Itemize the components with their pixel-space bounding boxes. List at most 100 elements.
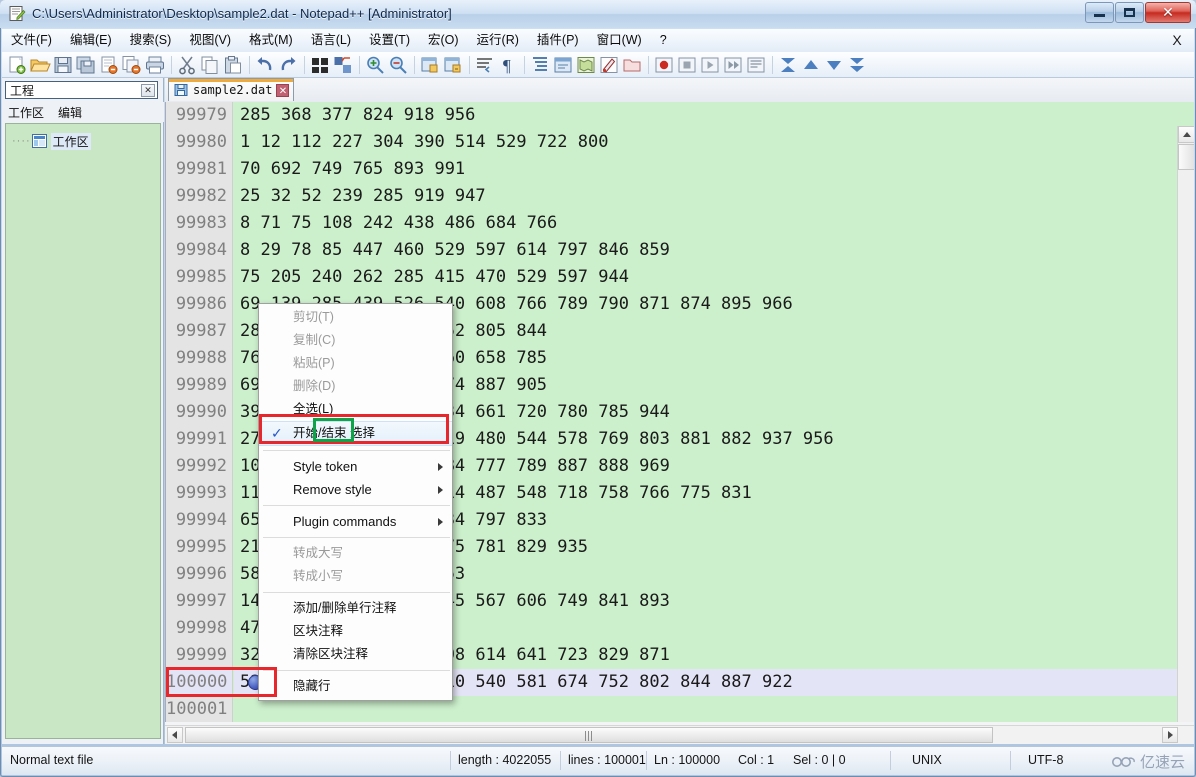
- project-menu-workspace[interactable]: 工作区: [8, 104, 44, 121]
- menu-settings[interactable]: 设置(T): [360, 29, 419, 52]
- editor-context-menu: 剪切(T) 复制(C) 粘贴(P) 删除(D) 全选(L) ✓ 开始/结束 选择…: [258, 303, 453, 701]
- ctx-plugin-commands[interactable]: Plugin commands: [259, 510, 452, 533]
- minimize-button[interactable]: [1085, 2, 1114, 23]
- notepadpp-icon: [9, 5, 26, 22]
- find-icon[interactable]: [309, 54, 331, 76]
- menu-macro[interactable]: 宏(O): [419, 29, 468, 52]
- ctx-toggle-line-comment[interactable]: 添加/删除单行注释: [259, 597, 452, 620]
- code-line: 25 32 52 239 285 919 947: [240, 186, 486, 206]
- ctx-remove-style[interactable]: Remove style: [259, 478, 452, 501]
- menu-file[interactable]: 文件(F): [2, 29, 61, 52]
- indent-guide-icon[interactable]: [529, 54, 551, 76]
- workspace-icon: [31, 134, 47, 148]
- line-number: 99981: [175, 159, 227, 179]
- line-number: 99984: [175, 240, 227, 260]
- ctx-upper-case[interactable]: 转成大写: [259, 542, 452, 565]
- zoom-in-icon[interactable]: [364, 54, 386, 76]
- status-bar: Normal text file length : 4022055 lines …: [2, 746, 1194, 775]
- run-macro-multiple-icon[interactable]: [722, 54, 744, 76]
- undo-icon[interactable]: [254, 54, 276, 76]
- record-macro-icon[interactable]: [653, 54, 675, 76]
- ctx-block-comment[interactable]: 区块注释: [259, 620, 452, 643]
- menu-help[interactable]: ?: [651, 29, 676, 52]
- save-all-icon[interactable]: [75, 54, 97, 76]
- print-icon[interactable]: [144, 54, 166, 76]
- horizontal-scrollbar[interactable]: [165, 725, 1194, 744]
- restore-button[interactable]: [1115, 2, 1144, 23]
- cut-icon[interactable]: [176, 54, 198, 76]
- project-panel-close-icon[interactable]: ✕: [141, 84, 155, 97]
- ctx-paste[interactable]: 粘贴(P): [259, 352, 452, 375]
- save-icon[interactable]: [52, 54, 74, 76]
- scroll-left-button[interactable]: [167, 727, 183, 743]
- close-window-button[interactable]: ✕: [1145, 2, 1191, 23]
- expand-level-icon[interactable]: [823, 54, 845, 76]
- vertical-scroll-thumb[interactable]: [1178, 144, 1194, 170]
- doc-map-icon[interactable]: [575, 54, 597, 76]
- sync-vertical-scroll-icon[interactable]: [419, 54, 441, 76]
- menu-run[interactable]: 运行(R): [468, 29, 528, 52]
- new-file-icon[interactable]: [6, 54, 28, 76]
- menu-search[interactable]: 搜索(S): [121, 29, 181, 52]
- horizontal-scroll-thumb[interactable]: [185, 727, 993, 743]
- status-ln: Ln : 100000: [654, 753, 721, 767]
- unfold-all-icon[interactable]: [846, 54, 868, 76]
- paste-icon[interactable]: [222, 54, 244, 76]
- open-file-icon[interactable]: [29, 54, 51, 76]
- line-number: 99980: [175, 132, 227, 152]
- menu-separator: [263, 450, 450, 451]
- ctx-plugin-commands-label: Plugin commands: [293, 514, 397, 529]
- close-file-icon[interactable]: [98, 54, 120, 76]
- ctx-style-token[interactable]: Style token: [259, 455, 452, 478]
- tab-close-icon[interactable]: ✕: [276, 83, 290, 97]
- ctx-begin-end-select[interactable]: ✓ 开始/结束 选择: [259, 421, 452, 446]
- menu-format[interactable]: 格式(M): [240, 29, 302, 52]
- ctx-select-all[interactable]: 全选(L): [259, 398, 452, 421]
- zoom-out-icon[interactable]: [387, 54, 409, 76]
- function-list-icon[interactable]: [598, 54, 620, 76]
- ctx-remove-block-comment[interactable]: 清除区块注释: [259, 643, 452, 666]
- word-wrap-icon[interactable]: [474, 54, 496, 76]
- chevron-right-icon: [438, 462, 443, 471]
- ctx-hide-lines[interactable]: 隐藏行: [259, 675, 452, 698]
- project-tree[interactable]: ···· 工作区: [5, 123, 161, 739]
- status-divider: [560, 751, 561, 770]
- menu-view[interactable]: 视图(V): [180, 29, 240, 52]
- sync-horizontal-scroll-icon[interactable]: [442, 54, 464, 76]
- ctx-copy[interactable]: 复制(C): [259, 329, 452, 352]
- replace-icon[interactable]: [332, 54, 354, 76]
- ctx-lower-case[interactable]: 转成小写: [259, 565, 452, 588]
- collapse-level-icon[interactable]: [800, 54, 822, 76]
- copy-icon[interactable]: [199, 54, 221, 76]
- user-defined-dialog-icon[interactable]: [552, 54, 574, 76]
- close-all-icon[interactable]: [121, 54, 143, 76]
- scroll-up-button[interactable]: [1178, 126, 1194, 143]
- scroll-right-button[interactable]: [1162, 727, 1178, 743]
- show-all-chars-icon[interactable]: ¶: [497, 54, 519, 76]
- vertical-scrollbar[interactable]: [1177, 126, 1194, 722]
- line-number: 99989: [175, 375, 227, 395]
- ctx-delete[interactable]: 删除(D): [259, 375, 452, 398]
- fold-all-icon[interactable]: [777, 54, 799, 76]
- menu-edit[interactable]: 编辑(E): [61, 29, 121, 52]
- redo-icon[interactable]: [277, 54, 299, 76]
- tree-item-workspace[interactable]: ···· 工作区: [12, 132, 160, 150]
- line-number: 99987: [175, 321, 227, 341]
- folder-as-workspace-icon[interactable]: [621, 54, 643, 76]
- menu-plugins[interactable]: 插件(P): [528, 29, 588, 52]
- menu-language[interactable]: 语言(L): [302, 29, 360, 52]
- menu-window[interactable]: 窗口(W): [588, 29, 651, 52]
- save-macro-icon[interactable]: [745, 54, 767, 76]
- title-bar[interactable]: C:\Users\Administrator\Desktop\sample2.d…: [0, 0, 1196, 28]
- chevron-right-icon: [438, 485, 443, 494]
- ctx-cut[interactable]: 剪切(T): [259, 306, 452, 329]
- stop-record-icon[interactable]: [676, 54, 698, 76]
- play-macro-icon[interactable]: [699, 54, 721, 76]
- close-document-button[interactable]: X: [1169, 32, 1185, 49]
- tab-sample2-dat[interactable]: sample2.dat ✕: [168, 78, 295, 101]
- project-menu-edit[interactable]: 编辑: [58, 104, 82, 121]
- line-number: 99988: [175, 348, 227, 368]
- code-line: 8 71 75 108 242 438 486 684 766: [240, 213, 558, 233]
- status-divider: [646, 751, 647, 770]
- line-number: 99990: [175, 402, 227, 422]
